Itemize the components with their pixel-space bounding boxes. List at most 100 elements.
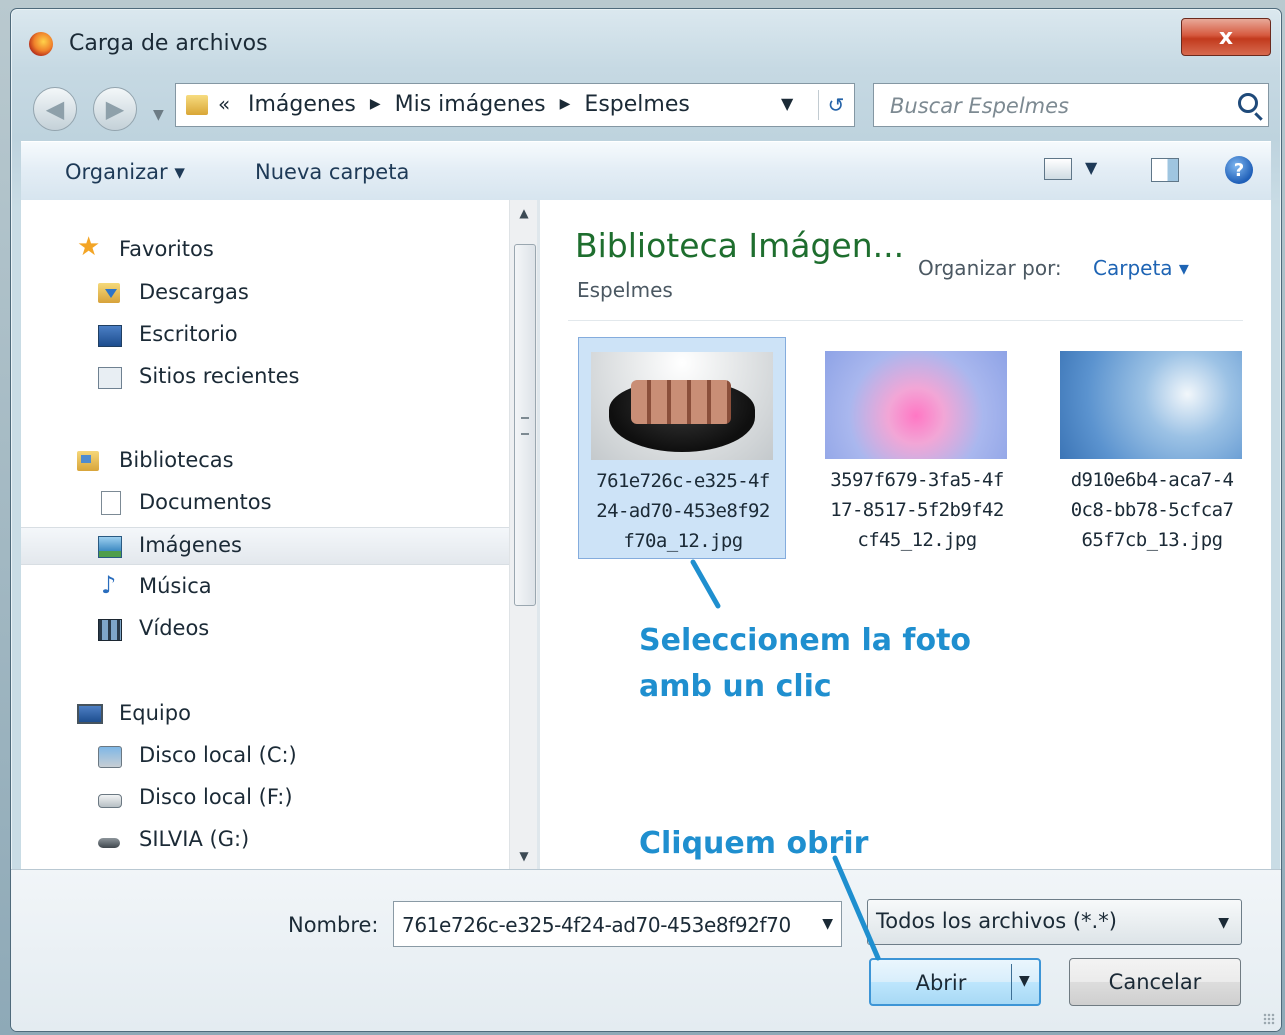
scroll-down-icon[interactable]: ▼: [510, 843, 538, 869]
navigation-pane: ★ Favoritos Descargas Escritorio Sitios …: [21, 200, 509, 869]
breadcrumb-separator-icon[interactable]: ▶: [560, 96, 571, 112]
nav-item-label: Vídeos: [139, 616, 210, 640]
address-dropdown-icon[interactable]: ▼: [781, 94, 793, 113]
nav-item-label: Sitios recientes: [139, 364, 300, 388]
file-name-line: 3597f679-3fa5-4f: [830, 469, 1004, 491]
file-type-value: Todos los archivos (*.*): [876, 909, 1117, 933]
close-button[interactable]: x: [1181, 18, 1271, 56]
breadcrumb-overflow[interactable]: «: [218, 92, 230, 116]
new-folder-button[interactable]: Nueva carpeta: [255, 160, 409, 184]
file-item[interactable]: 761e726c-e325-4f 24-ad70-453e8f92 f70a_1…: [578, 337, 786, 559]
file-item[interactable]: d910e6b4-aca7-4 0c8-bb78-5cfca7 65f7cb_1…: [1048, 337, 1256, 559]
breadcrumb-item[interactable]: Imágenes: [248, 92, 356, 117]
navigation-scrollbar[interactable]: ▲ ▼: [509, 200, 538, 869]
window-title: Carga de archivos: [69, 31, 268, 56]
computer-icon: [77, 704, 103, 724]
star-icon: ★: [77, 232, 101, 262]
library-subtitle: Espelmes: [577, 278, 673, 302]
breadcrumb-item[interactable]: Espelmes: [584, 92, 689, 117]
resize-grip-icon[interactable]: [1263, 1013, 1275, 1025]
nav-item-documentos[interactable]: Documentos: [21, 485, 509, 521]
drive-c-icon: [98, 746, 122, 768]
image-thumbnail: [825, 351, 1007, 459]
nav-item-label: Escritorio: [139, 322, 238, 346]
nav-item-label: Imágenes: [139, 533, 242, 557]
nav-item-favoritos[interactable]: ★ Favoritos: [21, 232, 509, 268]
annotation-line: Seleccionem la foto: [639, 623, 972, 658]
arrange-by-dropdown[interactable]: Carpeta ▾: [1093, 256, 1189, 280]
file-list-pane: Biblioteca Imágen... Espelmes Organizar …: [540, 200, 1271, 869]
command-bar: Organizar ▾ Nueva carpeta ▼ ?: [21, 141, 1271, 201]
nav-item-label: Favoritos: [119, 237, 214, 261]
split-divider: [1011, 964, 1012, 1000]
nav-item-descargas[interactable]: Descargas: [21, 275, 509, 311]
search-icon[interactable]: [1238, 93, 1258, 113]
refresh-button[interactable]: ↺: [818, 90, 853, 120]
file-name-line: 761e726c-e325-4f: [596, 470, 770, 492]
address-bar[interactable]: « Imágenes ▶ Mis imágenes ▶ Espelmes ▼ ↺: [175, 83, 855, 127]
file-name-combobox: ▼: [393, 901, 842, 947]
nav-item-equipo[interactable]: Equipo: [21, 696, 509, 732]
file-name-label: Nombre:: [288, 913, 379, 937]
organize-menu[interactable]: Organizar ▾: [65, 160, 185, 184]
view-options-dropdown-icon[interactable]: ▼: [1085, 158, 1097, 177]
title-bar: Carga de archivos x: [11, 9, 1281, 73]
nav-item-disco-c[interactable]: Disco local (C:): [21, 738, 509, 774]
breadcrumb-item[interactable]: Mis imágenes: [395, 92, 546, 117]
nav-item-disco-f[interactable]: Disco local (F:): [21, 780, 509, 816]
back-button[interactable]: ◀: [33, 87, 77, 131]
nav-item-escritorio[interactable]: Escritorio: [21, 317, 509, 353]
help-icon[interactable]: ?: [1225, 156, 1253, 184]
nav-item-label: Documentos: [139, 490, 272, 514]
search-box: [873, 83, 1269, 127]
nav-item-silvia-g[interactable]: SILVIA (G:): [21, 822, 509, 858]
nav-item-label: Disco local (F:): [139, 785, 293, 809]
chevron-down-icon[interactable]: ▼: [822, 916, 833, 932]
nav-item-label: Música: [139, 574, 212, 598]
arrange-by-label: Organizar por:: [918, 256, 1062, 280]
preview-pane-icon[interactable]: [1151, 158, 1179, 182]
nav-item-sitios-recientes[interactable]: Sitios recientes: [21, 359, 509, 395]
file-name-input[interactable]: [400, 910, 804, 940]
breadcrumb: Imágenes ▶ Mis imágenes ▶ Espelmes: [248, 92, 690, 117]
scroll-up-icon[interactable]: ▲: [510, 200, 538, 226]
search-input[interactable]: [888, 90, 1232, 122]
file-type-select[interactable]: Todos los archivos (*.*) ▼: [867, 899, 1242, 945]
file-name-line: f70a_12.jpg: [623, 530, 743, 552]
file-item[interactable]: 3597f679-3fa5-4f 17-8517-5f2b9f42 cf45_1…: [813, 337, 1021, 559]
change-view-icon[interactable]: [1044, 158, 1072, 180]
nav-item-videos[interactable]: Vídeos: [21, 611, 509, 647]
videos-icon: [98, 619, 122, 641]
music-icon: ♪: [101, 571, 117, 599]
nav-item-label: Equipo: [119, 701, 191, 725]
chevron-down-icon: ▼: [1218, 915, 1229, 931]
breadcrumb-separator-icon[interactable]: ▶: [370, 96, 381, 112]
scroll-thumb[interactable]: [514, 244, 536, 606]
file-name-line: d910e6b4-aca7-4: [1070, 469, 1234, 491]
library-title: Biblioteca Imágen...: [575, 226, 905, 265]
file-name-line: 0c8-bb78-5cfca7: [1070, 499, 1234, 521]
open-options-dropdown-icon[interactable]: ▼: [1019, 973, 1030, 989]
file-name-line: 24-ad70-453e8f92: [596, 500, 770, 522]
nav-item-musica[interactable]: ♪ Música: [21, 569, 509, 605]
nav-item-label: SILVIA (G:): [139, 827, 250, 851]
cancel-button[interactable]: Cancelar: [1069, 958, 1241, 1006]
pictures-icon: [98, 536, 122, 558]
nav-item-imagenes[interactable]: Imágenes: [21, 527, 509, 565]
file-name: 761e726c-e325-4f 24-ad70-453e8f92 f70a_1…: [583, 466, 783, 556]
arrow-right-icon: ▶: [105, 95, 125, 123]
file-name-line: cf45_12.jpg: [857, 529, 977, 551]
downloads-folder-icon: [98, 283, 120, 303]
open-button[interactable]: Abrir ▼: [869, 958, 1041, 1006]
divider: [568, 320, 1243, 321]
file-name-line: 65f7cb_13.jpg: [1081, 529, 1224, 551]
instruction-annotation: Seleccionem la foto amb un clic: [639, 618, 971, 710]
drive-icon: [98, 794, 122, 808]
grip-icon: [521, 417, 529, 435]
nav-item-bibliotecas[interactable]: Bibliotecas: [21, 443, 509, 479]
dialog-footer: Nombre: ▼ Todos los archivos (*.*) ▼ Abr…: [11, 869, 1281, 1031]
libraries-icon: [77, 451, 99, 471]
recent-places-icon: [98, 367, 122, 389]
forward-button[interactable]: ▶: [93, 87, 137, 131]
recent-locations-dropdown[interactable]: ▼: [153, 107, 164, 123]
